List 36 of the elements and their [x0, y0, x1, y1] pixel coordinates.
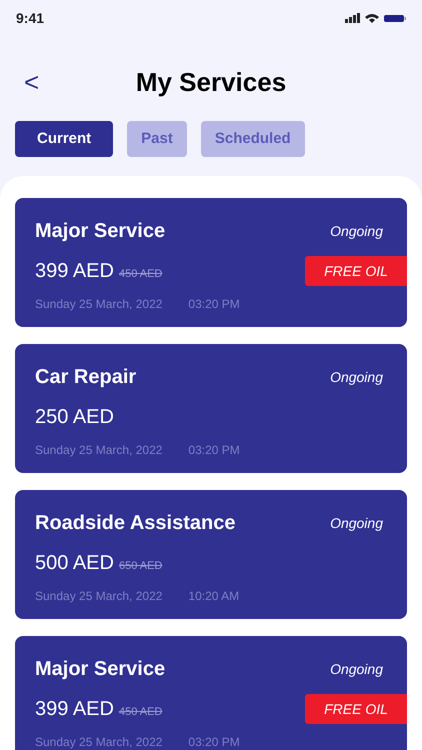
service-date: Sunday 25 March, 2022 [35, 734, 162, 750]
service-status: Ongoing [330, 514, 383, 533]
signal-icon [345, 13, 360, 23]
service-card[interactable]: Car Repair Ongoing 250 AED Sunday 25 March, 2022 03:20 PM [15, 344, 407, 473]
service-time: 03:20 PM [188, 734, 240, 750]
service-time: 10:20 AM [188, 588, 240, 605]
offer-badge: FREE OIL [305, 256, 407, 286]
service-name: Major Service [35, 657, 166, 682]
service-price: 500 AED [35, 551, 114, 576]
service-status: Ongoing [330, 368, 383, 387]
service-time: 03:20 PM [188, 296, 240, 313]
service-card[interactable]: Major Service Ongoing 399 AED 450 AED FREE OIL Sunday 25 March, 2022 03:20 PM [15, 636, 407, 750]
service-date: Sunday 25 March, 2022 [35, 442, 162, 459]
service-date: Sunday 25 March, 2022 [35, 296, 162, 313]
page-title: My Services [136, 66, 286, 98]
old-price: 450 AED [118, 705, 162, 720]
tab[interactable]: Current [15, 121, 114, 157]
back-button[interactable]: < [20, 62, 44, 102]
service-status: Ongoing [330, 222, 383, 241]
service-name: Car Repair [35, 365, 136, 390]
wifi-icon [365, 13, 379, 23]
service-time: 03:20 PM [188, 442, 240, 459]
service-date: Sunday 25 March, 2022 [35, 588, 162, 605]
service-price: 399 AED [35, 259, 114, 284]
old-price: 650 AED [118, 559, 162, 574]
battery-icon [384, 14, 406, 22]
service-status: Ongoing [330, 660, 383, 679]
service-card[interactable]: Roadside Assistance Ongoing 500 AED 650 AED Sunday 25 March, 2022 10:20 AM [15, 490, 407, 619]
service-price: 399 AED [35, 697, 114, 722]
service-price: 250 AED [35, 405, 114, 430]
service-name: Roadside Assistance [35, 511, 236, 536]
old-price: 450 AED [118, 267, 162, 282]
offer-badge: FREE OIL [305, 694, 407, 724]
status-time: 9:41 [16, 8, 44, 28]
service-name: Major Service [35, 219, 166, 244]
service-card[interactable]: Major Service Ongoing 399 AED 450 AED FREE OIL Sunday 25 March, 2022 03:20 PM [15, 198, 407, 327]
